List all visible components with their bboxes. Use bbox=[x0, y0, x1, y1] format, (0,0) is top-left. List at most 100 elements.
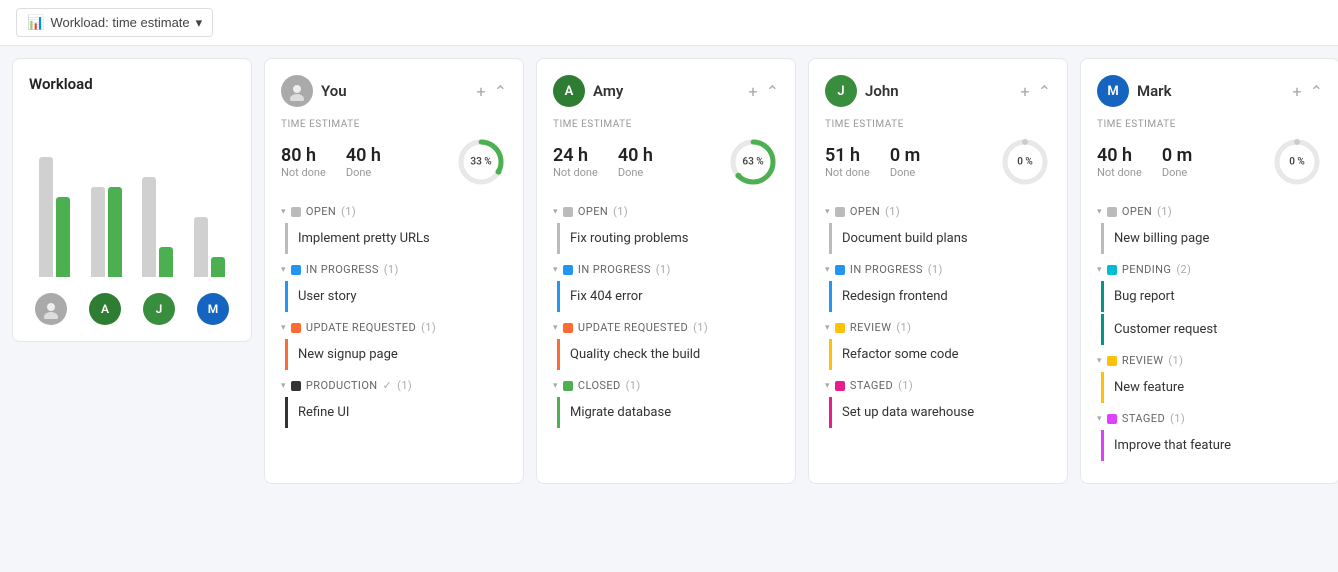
person-info: JJohn bbox=[825, 75, 899, 107]
group-header[interactable]: ▾OPEN(1) bbox=[825, 202, 1051, 221]
group-count: (1) bbox=[885, 205, 900, 218]
task-item[interactable]: New feature bbox=[1101, 372, 1323, 403]
donut-chart: 63 % bbox=[727, 136, 779, 188]
group-count: (1) bbox=[656, 263, 671, 276]
task-item[interactable]: Fix 404 error bbox=[557, 281, 779, 312]
task-item[interactable]: Fix routing problems bbox=[557, 223, 779, 254]
workload-time-estimate-button[interactable]: 📊 Workload: time estimate ▾ bbox=[16, 8, 213, 37]
chevron-down-icon: ▾ bbox=[553, 323, 558, 333]
time-row: 51 hNot done0 mDone 0 % bbox=[825, 136, 1051, 188]
status-dot bbox=[291, 323, 301, 333]
status-dot bbox=[563, 265, 573, 275]
status-dot bbox=[1107, 265, 1117, 275]
dropdown-icon: ▾ bbox=[196, 15, 203, 31]
group-status-label: PRODUCTION bbox=[306, 379, 378, 392]
group-count: (1) bbox=[384, 263, 399, 276]
group-header[interactable]: ▾OPEN(1) bbox=[1097, 202, 1323, 221]
bar-gray bbox=[39, 157, 53, 277]
time-row: 24 hNot done 40 hDone 63 % bbox=[553, 136, 779, 188]
group-count: (1) bbox=[421, 321, 436, 334]
time-label: TIME ESTIMATE bbox=[553, 119, 779, 130]
group-header[interactable]: ▾STAGED(1) bbox=[825, 376, 1051, 395]
status-dot bbox=[563, 207, 573, 217]
group-header[interactable]: ▾ UPDATE REQUESTED (1) bbox=[553, 318, 779, 337]
chevron-down-icon: ▾ bbox=[825, 207, 830, 217]
time-label: TIME ESTIMATE bbox=[825, 119, 1051, 130]
bar-green bbox=[211, 257, 225, 277]
collapse-column-button[interactable]: ⌃ bbox=[1310, 82, 1323, 101]
chevron-down-icon: ▾ bbox=[825, 323, 830, 333]
person-actions: +⌃ bbox=[749, 82, 779, 101]
add-task-button[interactable]: + bbox=[1021, 82, 1030, 101]
group-count: (1) bbox=[693, 321, 708, 334]
bar-chart bbox=[29, 105, 235, 285]
task-group: ▾PRODUCTION✓(1) Refine UI bbox=[281, 376, 507, 428]
add-task-button[interactable]: + bbox=[749, 82, 758, 101]
task-group: ▾CLOSED(1) Migrate database bbox=[553, 376, 779, 428]
time-section: TIME ESTIMATE 51 hNot done0 mDone 0 % bbox=[825, 119, 1051, 188]
not-done-time: 24 hNot done bbox=[553, 145, 598, 179]
group-header[interactable]: ▾IN PROGRESS(1) bbox=[825, 260, 1051, 279]
bar-col bbox=[33, 127, 77, 277]
chevron-down-icon: ▾ bbox=[553, 381, 558, 391]
person-header: MMark+⌃ bbox=[1097, 75, 1323, 107]
person-info: You bbox=[281, 75, 347, 107]
task-item[interactable]: Document build plans bbox=[829, 223, 1051, 254]
group-header[interactable]: ▾PRODUCTION✓(1) bbox=[281, 376, 507, 395]
donut-percent-label: 0 % bbox=[1017, 157, 1033, 168]
task-item[interactable]: Refine UI bbox=[285, 397, 507, 428]
task-group: ▾REVIEW(1) Refactor some code bbox=[825, 318, 1051, 370]
group-header[interactable]: ▾OPEN(1) bbox=[281, 202, 507, 221]
status-dot bbox=[1107, 414, 1117, 424]
done-time: 40 hDone bbox=[618, 145, 653, 179]
status-dot bbox=[291, 207, 301, 217]
time-label: TIME ESTIMATE bbox=[281, 119, 507, 130]
group-header[interactable]: ▾PENDING(2) bbox=[1097, 260, 1323, 279]
person-info: AAmy bbox=[553, 75, 623, 107]
add-task-button[interactable]: + bbox=[1293, 82, 1302, 101]
status-dot bbox=[835, 207, 845, 217]
task-group: ▾OPEN(1) Fix routing problems bbox=[553, 202, 779, 254]
status-dot bbox=[563, 381, 573, 391]
group-status-label: IN PROGRESS bbox=[306, 263, 379, 276]
collapse-column-button[interactable]: ⌃ bbox=[1038, 82, 1051, 101]
group-header[interactable]: ▾CLOSED(1) bbox=[553, 376, 779, 395]
person-header: You + ⌃ bbox=[281, 75, 507, 107]
group-count: (1) bbox=[626, 379, 641, 392]
task-item[interactable]: Implement pretty URLs bbox=[285, 223, 507, 254]
task-item[interactable]: Quality check the build bbox=[557, 339, 779, 370]
collapse-column-button[interactable]: ⌃ bbox=[494, 82, 507, 101]
collapse-column-button[interactable]: ⌃ bbox=[766, 82, 779, 101]
group-header[interactable]: ▾IN PROGRESS(1) bbox=[281, 260, 507, 279]
task-item[interactable]: Bug report bbox=[1101, 281, 1323, 312]
task-item[interactable]: Customer request bbox=[1101, 314, 1323, 345]
chevron-down-icon: ▾ bbox=[553, 265, 558, 275]
task-group: ▾OPEN(1) Implement pretty URLs bbox=[281, 202, 507, 254]
task-item[interactable]: New signup page bbox=[285, 339, 507, 370]
avatar: M bbox=[197, 293, 229, 325]
group-status-label: UPDATE REQUESTED bbox=[578, 321, 688, 334]
chevron-down-icon: ▾ bbox=[825, 381, 830, 391]
group-header[interactable]: ▾ IN PROGRESS (1) bbox=[553, 260, 779, 279]
group-status-label: OPEN bbox=[578, 205, 608, 218]
add-task-button[interactable]: + bbox=[477, 82, 486, 101]
group-header[interactable]: ▾OPEN(1) bbox=[553, 202, 779, 221]
group-header[interactable]: ▾REVIEW(1) bbox=[825, 318, 1051, 337]
task-item[interactable]: Migrate database bbox=[557, 397, 779, 428]
group-status-label: IN PROGRESS bbox=[578, 263, 651, 276]
task-item[interactable]: Redesign frontend bbox=[829, 281, 1051, 312]
workload-title: Workload bbox=[29, 75, 235, 93]
bar-gray bbox=[142, 177, 156, 277]
status-dot bbox=[835, 381, 845, 391]
task-item[interactable]: Refactor some code bbox=[829, 339, 1051, 370]
group-header[interactable]: ▾STAGED(1) bbox=[1097, 409, 1323, 428]
group-header[interactable]: ▾REVIEW(1) bbox=[1097, 351, 1323, 370]
task-item[interactable]: User story bbox=[285, 281, 507, 312]
task-item[interactable]: Improve that feature bbox=[1101, 430, 1323, 461]
task-item[interactable]: New billing page bbox=[1101, 223, 1323, 254]
chevron-down-icon: ▾ bbox=[825, 265, 830, 275]
bar-col bbox=[136, 127, 180, 277]
bar-col bbox=[85, 127, 129, 277]
group-header[interactable]: ▾UPDATE REQUESTED(1) bbox=[281, 318, 507, 337]
task-item[interactable]: Set up data warehouse bbox=[829, 397, 1051, 428]
